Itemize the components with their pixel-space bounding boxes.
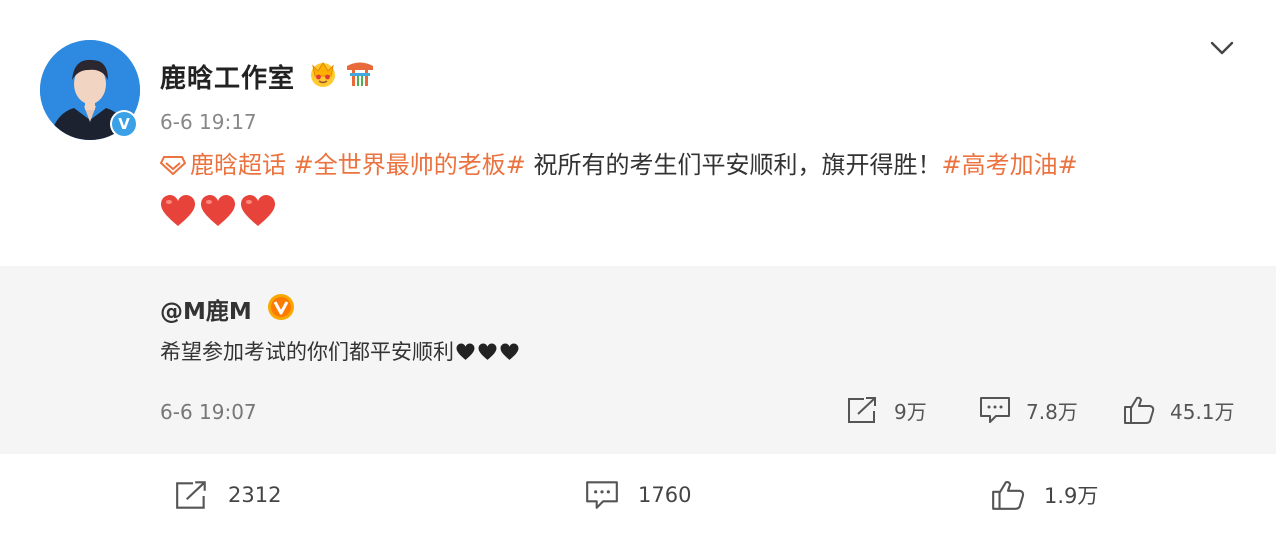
like-count: 1.9万 <box>1044 484 1099 508</box>
verified-icon: V <box>112 112 136 136</box>
repost-like-button[interactable]: 45.1万 <box>1122 394 1235 426</box>
gate-badge-icon[interactable] <box>344 58 376 88</box>
repost-forward-button[interactable]: 9万 <box>846 394 927 426</box>
repost-timestamp[interactable]: 6-6 19:07 <box>160 400 257 424</box>
verified-badge: V <box>110 110 138 138</box>
repost-like-count: 45.1万 <box>1170 399 1235 424</box>
repost-comment-button[interactable]: 7.8万 <box>978 394 1078 426</box>
hashtag-link[interactable]: #高考加油# <box>942 151 1078 179</box>
orange-verified-icon <box>268 294 294 320</box>
hashtag-link[interactable]: #全世界最帅的老板# <box>294 151 526 179</box>
repost-comment-count: 7.8万 <box>1026 399 1078 424</box>
post-content: 鹿晗超话 #全世界最帅的老板# 祝所有的考生们平安顺利，旗开得胜！#高考加油# <box>160 148 1078 182</box>
red-heart-icon <box>201 195 235 226</box>
post-text: 祝所有的考生们平安顺利，旗开得胜！ <box>525 151 942 179</box>
comment-icon <box>980 397 1010 423</box>
repost-text: 希望参加考试的你们都平安顺利 <box>160 340 454 364</box>
repost-content: 希望参加考试的你们都平安顺利 <box>160 336 519 366</box>
comment-button[interactable]: 1760 <box>584 478 691 512</box>
post-timestamp[interactable]: 6-6 19:17 <box>160 110 257 134</box>
share-icon <box>848 397 876 423</box>
like-button[interactable]: 1.9万 <box>990 478 1098 512</box>
super-topic-link[interactable]: 鹿晗超话 <box>190 151 286 179</box>
red-heart-icon <box>161 195 195 226</box>
black-heart-row <box>456 343 519 361</box>
thumbs-up-icon <box>1124 396 1155 424</box>
author-name[interactable]: 鹿晗工作室 <box>160 58 295 95</box>
forward-button[interactable]: 2312 <box>174 478 281 512</box>
repost-username[interactable]: @M鹿M <box>160 292 252 326</box>
weibo-post-card: V 鹿晗工作室 6-6 19:17 鹿晗超话 #全世界最帅的老板# 祝所有的考生… <box>0 0 1276 536</box>
heart-emoji-row <box>160 194 276 230</box>
chevron-down-icon[interactable] <box>1208 38 1236 58</box>
repost-forward-count: 9万 <box>894 399 927 424</box>
comment-count: 1760 <box>638 483 692 507</box>
super-topic-icon <box>160 156 186 176</box>
red-heart-icon <box>241 195 275 226</box>
black-heart-icon <box>500 343 519 360</box>
forward-count: 2312 <box>228 483 282 507</box>
share-icon <box>176 481 206 509</box>
comment-icon <box>586 481 618 509</box>
black-heart-icon <box>478 343 497 360</box>
repost-container[interactable]: @M鹿M 希望参加考试的你们都平安顺利 6-6 19:07 9万 7.8万 45… <box>0 266 1276 454</box>
black-heart-icon <box>456 343 475 360</box>
thumbs-up-icon <box>992 480 1025 510</box>
crown-badge-icon[interactable] <box>308 58 338 88</box>
